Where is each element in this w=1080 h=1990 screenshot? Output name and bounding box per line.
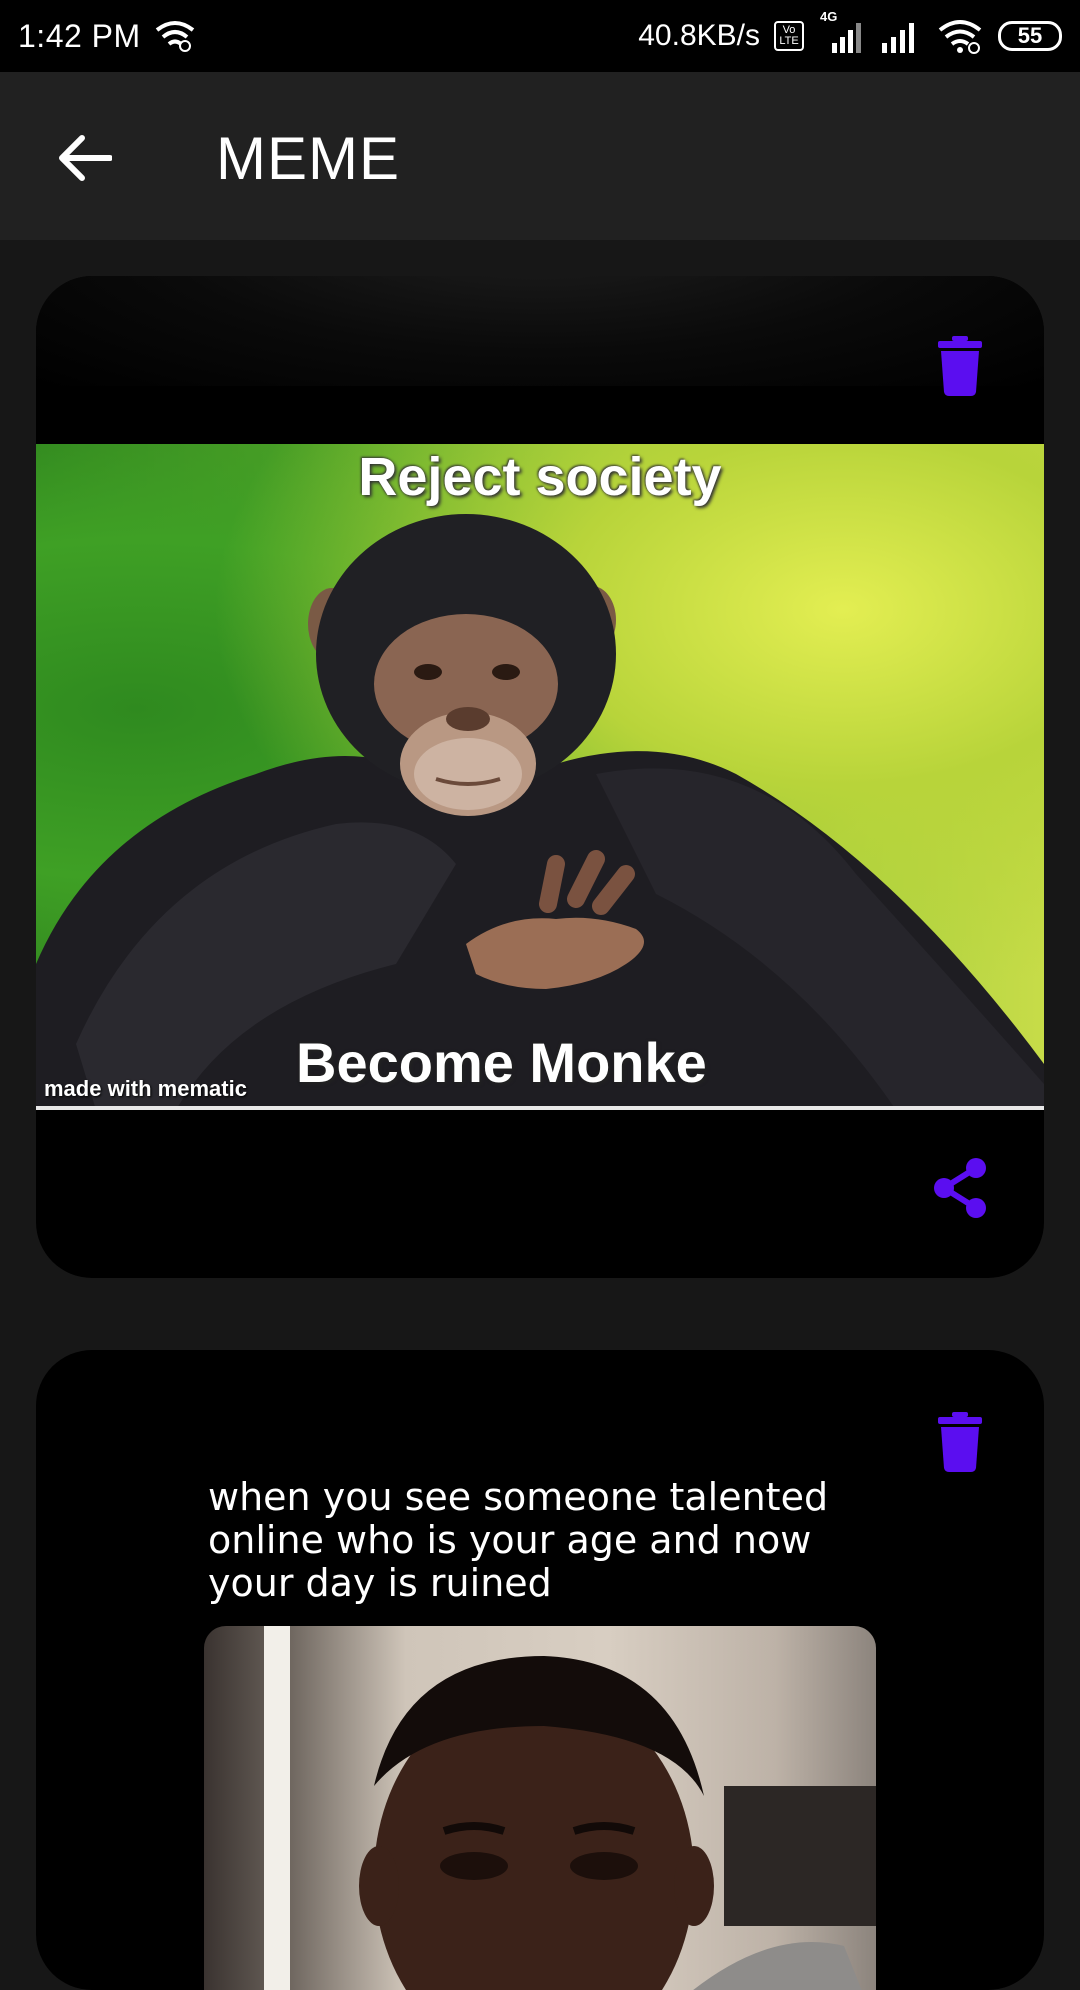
delete-button[interactable] bbox=[936, 336, 984, 396]
trash-icon bbox=[936, 1412, 984, 1472]
meme-card: when you see someone talented online who… bbox=[36, 1350, 1044, 1990]
signal-4g-icon: 4G bbox=[818, 9, 866, 53]
status-bar: 1:42 PM 40.8KB/s Vo LTE 4G 55 bbox=[0, 0, 1080, 72]
wifi-icon bbox=[936, 18, 984, 54]
card-header-shade bbox=[36, 276, 1044, 386]
status-time: 1:42 PM bbox=[18, 17, 141, 54]
share-icon bbox=[930, 1156, 990, 1220]
meme-top-text: Reject society bbox=[358, 447, 722, 507]
page-title: MEME bbox=[216, 125, 400, 192]
share-button[interactable] bbox=[930, 1156, 990, 1220]
meme-card: Reject society Become Monke made with me… bbox=[36, 276, 1044, 1278]
man-face-illustration bbox=[264, 1626, 876, 1990]
signal-icon bbox=[880, 19, 922, 53]
trash-icon bbox=[936, 336, 984, 396]
app-bar: MEME bbox=[0, 72, 1080, 240]
delete-button[interactable] bbox=[936, 1412, 984, 1472]
meme-image[interactable]: Reject society Become Monke made with me… bbox=[36, 444, 1044, 1110]
meme-watermark: made with mematic bbox=[44, 1076, 247, 1101]
back-button[interactable] bbox=[48, 122, 120, 194]
chimpanzee-illustration bbox=[36, 514, 1044, 1106]
battery-level: 55 bbox=[1017, 23, 1043, 48]
wifi-small-icon bbox=[155, 20, 195, 52]
network-speed: 40.8KB/s bbox=[638, 19, 760, 52]
arrow-left-icon bbox=[56, 134, 112, 182]
meme-image[interactable] bbox=[204, 1626, 876, 1990]
volte-icon: Vo LTE bbox=[774, 21, 804, 51]
battery-icon: 55 bbox=[998, 21, 1062, 51]
meme-bottom-text: Become Monke bbox=[296, 1031, 707, 1094]
meme-caption: when you see someone talented online who… bbox=[208, 1475, 829, 1605]
status-left: 1:42 PM bbox=[18, 18, 195, 55]
network-type-label: 4G bbox=[820, 9, 838, 24]
status-right: 40.8KB/s Vo LTE 4G 55 bbox=[638, 9, 1062, 54]
